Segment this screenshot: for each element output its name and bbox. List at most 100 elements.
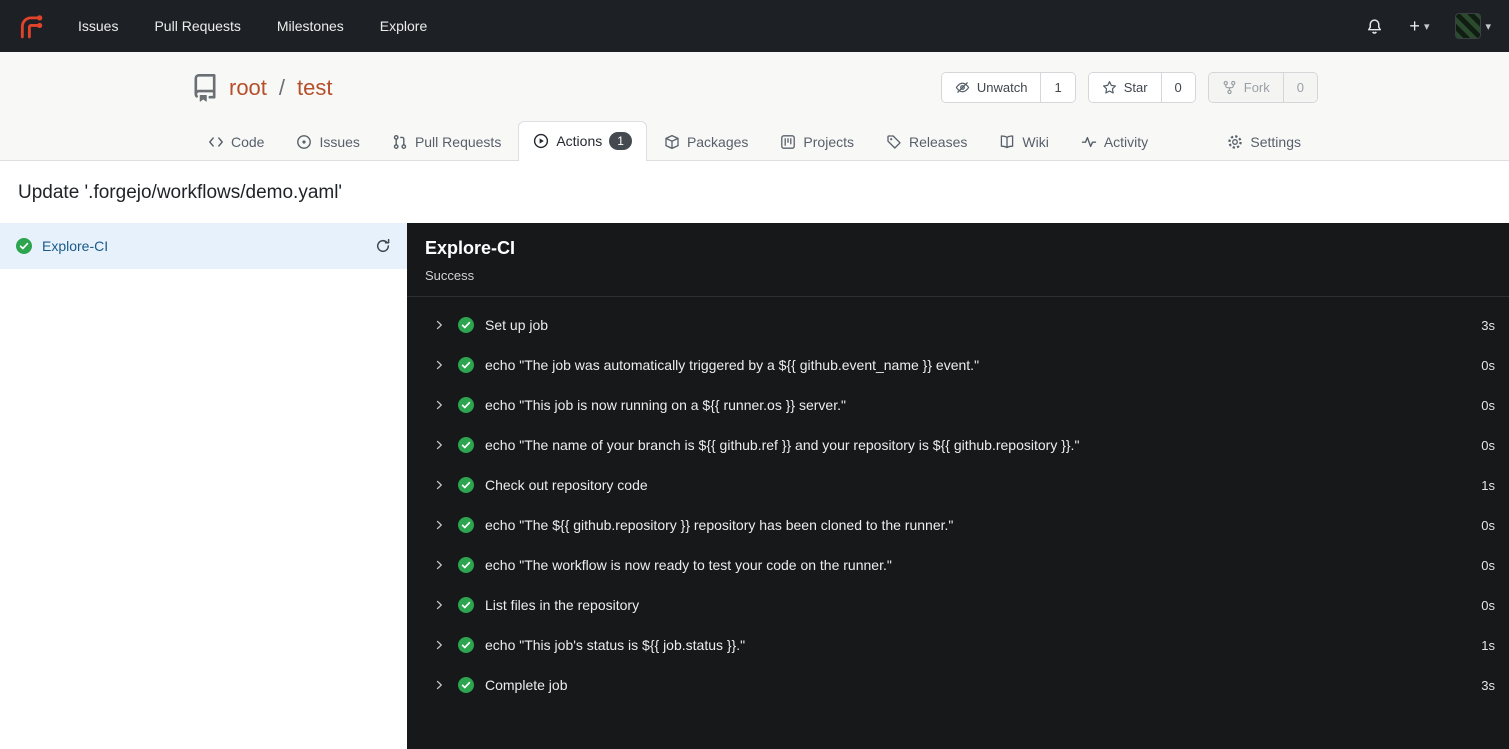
job-status-text: Success [425,268,475,283]
star-button-group: Star 0 [1087,72,1196,103]
nav-item-issues[interactable]: Issues [78,18,118,34]
step-row[interactable]: Complete job 3s [407,665,1509,705]
step-duration: 1s [1481,637,1495,653]
step-duration: 0s [1481,357,1495,373]
tab-packages[interactable]: Packages [649,123,763,161]
avatar [1455,13,1482,39]
job-panel-title: Explore-CI [425,238,516,258]
star-count[interactable]: 0 [1160,73,1195,102]
tab-actions-label: Actions [556,133,603,149]
step-duration: 0s [1481,517,1495,533]
tab-wiki[interactable]: Wiki [984,123,1063,161]
step-duration: 0s [1481,557,1495,573]
run-title: Update '.forgejo/workflows/demo.yaml' [18,182,343,203]
check-circle-icon [458,437,474,453]
chevron-down-icon: ▾ [1423,20,1430,33]
step-row[interactable]: echo "The job was automatically triggere… [407,345,1509,385]
tab-issues[interactable]: Issues [281,123,374,161]
plus-icon: + [1409,16,1420,36]
create-new-button[interactable]: + ▾ [1409,17,1429,35]
issue-opened-icon [297,135,312,149]
step-row[interactable]: echo "This job is now running on a ${{ r… [407,385,1509,425]
step-name: echo "This job's status is ${{ job.statu… [485,637,746,653]
tab-releases-label: Releases [909,134,968,150]
tab-packages-label: Packages [686,134,749,150]
job-item-label: Explore-CI [42,238,109,254]
code-icon [209,137,223,147]
job-item-explore-ci[interactable]: Explore-CI [0,223,407,269]
step-duration: 0s [1481,597,1495,613]
step-duration: 0s [1481,437,1495,453]
chevron-right-icon [433,639,445,651]
chevron-right-icon [433,519,445,531]
nav-item-milestones[interactable]: Milestones [277,18,344,34]
fork-label: Fork [1243,80,1270,95]
tab-projects[interactable]: Projects [765,123,869,161]
gear-icon [1228,135,1243,149]
step-name: echo "The name of your branch is ${{ git… [485,437,1080,453]
step-row[interactable]: echo "The workflow is now ready to test … [407,545,1509,585]
star-button[interactable]: Star [1088,73,1161,102]
unwatch-count[interactable]: 1 [1040,73,1075,102]
unwatch-label: Unwatch [976,80,1028,95]
fork-button-group: Fork 0 [1207,72,1318,103]
step-duration: 1s [1481,477,1495,493]
git-pull-request-icon [393,135,407,150]
project-icon [781,135,796,149]
actions-count-badge: 1 [609,132,632,150]
step-row[interactable]: echo "This job's status is ${{ job.statu… [407,625,1509,665]
star-label: Star [1123,80,1148,95]
tab-pull-requests[interactable]: Pull Requests [377,123,516,161]
top-navbar: Issues Pull Requests Milestones Explore … [0,0,1509,52]
step-name: echo "This job is now running on a ${{ r… [485,397,846,413]
run-content: Explore-CI Explore-CI Success Set up job… [0,223,1509,749]
user-menu-button[interactable]: ▾ [1455,13,1491,39]
step-row[interactable]: echo "The ${{ github.repository }} repos… [407,505,1509,545]
step-list: Set up job 3s echo "The job was automati… [407,297,1509,705]
chevron-right-icon [433,439,445,451]
nav-item-pull-requests[interactable]: Pull Requests [154,18,240,34]
check-circle-icon [458,557,474,573]
step-duration: 3s [1481,317,1495,333]
tab-projects-label: Projects [803,134,854,150]
step-name: Complete job [485,677,568,693]
notifications-button[interactable] [1366,18,1383,35]
fork-button: Fork [1208,73,1283,102]
step-duration: 0s [1481,397,1495,413]
check-circle-icon [458,597,474,613]
tab-issues-label: Issues [319,134,360,150]
repo-owner-link[interactable]: root [229,75,267,101]
tab-code[interactable]: Code [193,123,279,161]
tab-actions[interactable]: Actions 1 [518,121,647,161]
unwatch-button[interactable]: Unwatch [941,73,1041,102]
step-name: echo "The ${{ github.repository }} repos… [485,517,954,533]
step-row[interactable]: echo "The name of your branch is ${{ git… [407,425,1509,465]
refresh-job-button[interactable] [375,238,391,254]
job-log-panel: Explore-CI Success Set up job 3s echo "T… [407,223,1509,749]
fork-icon [1223,80,1236,95]
chevron-right-icon [433,359,445,371]
repo-icon [194,73,216,102]
step-name: Set up job [485,317,549,333]
step-name: echo "The job was automatically triggere… [485,357,980,373]
step-row[interactable]: Set up job 3s [407,305,1509,345]
forgejo-logo[interactable] [18,13,44,39]
repo-header: root / test Unwatch 1 Star 0 Fork 0 Code… [0,52,1509,161]
star-icon [1102,81,1116,94]
nav-item-explore[interactable]: Explore [380,18,427,34]
check-circle-icon [458,397,474,413]
repo-name-link[interactable]: test [297,75,332,101]
step-row[interactable]: List files in the repository 0s [407,585,1509,625]
navbar-right: + ▾ ▾ [1366,13,1491,39]
tab-code-label: Code [231,134,265,150]
tab-settings[interactable]: Settings [1212,123,1316,161]
repo-title: root / test [191,73,333,102]
step-row[interactable]: Check out repository code 1s [407,465,1509,505]
step-duration: 3s [1481,677,1495,693]
tab-wiki-label: Wiki [1022,134,1049,150]
check-circle-icon [458,317,474,333]
tab-activity[interactable]: Activity [1066,123,1163,161]
tab-releases[interactable]: Releases [871,123,982,161]
sync-icon [376,238,390,252]
eye-slash-icon [955,82,970,93]
